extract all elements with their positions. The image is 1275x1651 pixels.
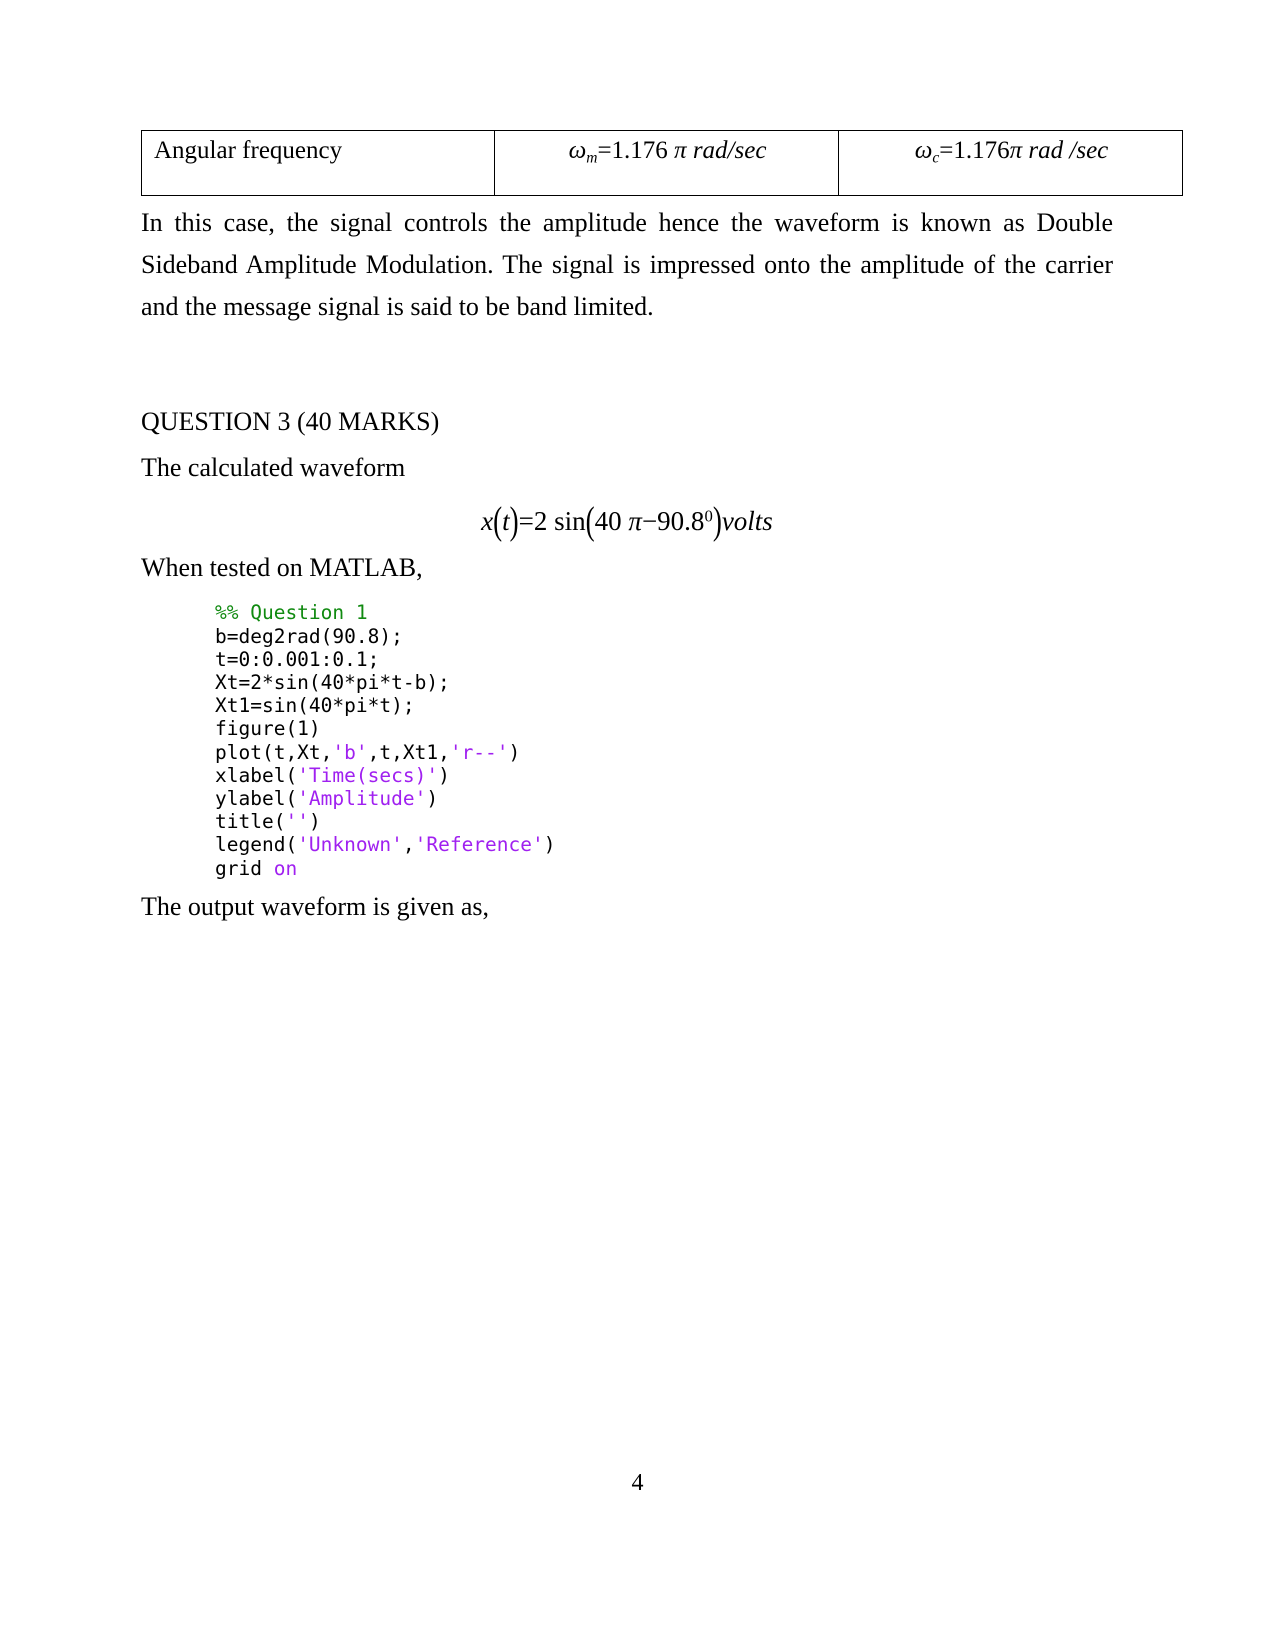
code-string-time: 'Time(secs)' bbox=[297, 763, 439, 787]
document-page: Angular frequency ωm=1.176 π rad/sec ωc=… bbox=[0, 0, 1275, 1651]
equation-inner: 40 bbox=[594, 506, 629, 537]
code-line-t-assign: t=0:0.001:0.1; bbox=[215, 647, 380, 671]
code-string-empty: '' bbox=[285, 810, 309, 834]
code-line-figure: figure(1) bbox=[215, 717, 321, 741]
code-line-xlabel: xlabel('Time(secs)') bbox=[215, 763, 450, 787]
parameters-table: Angular frequency ωm=1.176 π rad/sec ωc=… bbox=[141, 130, 1183, 196]
code-string-unknown: 'Unknown' bbox=[297, 833, 403, 857]
equation-rhs: =2 sin bbox=[518, 506, 586, 537]
code-line-plot: plot(t,Xt,'b',t,Xt1,'r--') bbox=[215, 740, 521, 764]
table-cell-parameter-name: Angular frequency bbox=[141, 130, 495, 196]
equation-pi: π bbox=[628, 506, 642, 537]
code-line-legend: legend('Unknown','Reference') bbox=[215, 833, 556, 857]
code-line-grid: grid on bbox=[215, 856, 298, 880]
output-waveform-text: The output waveform is given as, bbox=[141, 891, 490, 921]
when-tested-text: When tested on MATLAB, bbox=[141, 553, 423, 583]
omega-m-equals: =1.176 bbox=[597, 137, 668, 164]
parameter-label: Angular frequency bbox=[154, 137, 343, 164]
matlab-code-block: %% Question 1 b=deg2rad(90.8); t=0:0.001… bbox=[141, 601, 1113, 879]
intro-paragraph: In this case, the signal controls the am… bbox=[141, 208, 1113, 322]
omega-c-formula: ωc bbox=[914, 137, 940, 167]
code-string-amplitude: 'Amplitude' bbox=[297, 786, 427, 810]
waveform-equation: x(t)=2 sin(40 π−90.80)volts bbox=[141, 499, 1113, 543]
code-keyword-on: on bbox=[273, 856, 298, 880]
code-string-reference: 'Reference' bbox=[414, 833, 544, 857]
equation-phase: −90.8 bbox=[641, 506, 705, 537]
page-number: 4 bbox=[631, 1470, 644, 1496]
code-line-title: title('') bbox=[215, 810, 321, 834]
omega-m-formula: ωm bbox=[568, 137, 598, 167]
code-string-rdash: 'r--' bbox=[449, 740, 509, 764]
calculated-waveform-text: The calculated waveform bbox=[141, 453, 406, 483]
equation-inner-open-paren: ( bbox=[585, 499, 595, 543]
table-row: Angular frequency ωm=1.176 π rad/sec ωc=… bbox=[141, 130, 1183, 196]
omega-c-units: π rad /sec bbox=[1009, 137, 1109, 164]
table-cell-omega-m: ωm=1.176 π rad/sec bbox=[494, 130, 839, 196]
equation-lhs: x bbox=[481, 506, 494, 537]
code-line-comment: %% Question 1 bbox=[215, 601, 368, 625]
page-content: Angular frequency ωm=1.176 π rad/sec ωc=… bbox=[141, 130, 1183, 928]
omega-m-units: π rad/sec bbox=[674, 137, 767, 164]
equation-inner-close-paren: ) bbox=[712, 499, 722, 543]
equation-unit: volts bbox=[721, 506, 773, 537]
vertical-spacer bbox=[141, 328, 1113, 402]
code-line-b-assign: b=deg2rad(90.8); bbox=[215, 624, 403, 648]
code-string-b: 'b' bbox=[332, 740, 368, 764]
equation-close-paren: ) bbox=[509, 499, 519, 543]
code-line-xt1-assign: Xt1=sin(40*pi*t); bbox=[215, 694, 415, 718]
code-line-xt-assign: Xt=2*sin(40*pi*t-b); bbox=[215, 670, 450, 694]
table-cell-omega-c: ωc=1.176π rad /sec bbox=[838, 130, 1183, 196]
omega-c-equals: =1.176 bbox=[939, 137, 1010, 164]
equation-open-paren: ( bbox=[493, 499, 503, 543]
equation-degree-symbol: 0 bbox=[704, 506, 713, 526]
equation-variable: t bbox=[502, 506, 510, 537]
code-line-ylabel: ylabel('Amplitude') bbox=[215, 786, 439, 810]
question-heading: QUESTION 3 (40 MARKS) bbox=[141, 407, 440, 437]
